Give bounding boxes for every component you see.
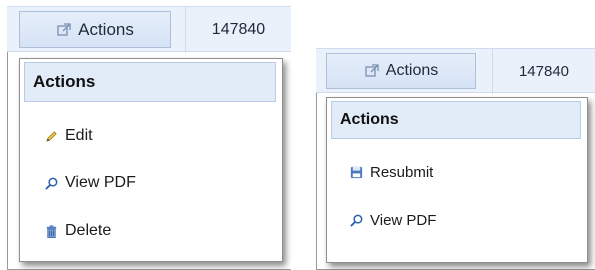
menu-item-label: Delete: [65, 222, 112, 239]
actions-button[interactable]: Actions: [19, 11, 171, 48]
menu-item-delete[interactable]: Delete: [24, 211, 276, 251]
actions-menu: Actions Resubmit View PDF: [326, 97, 588, 263]
menu-item-resubmit[interactable]: Resubmit: [331, 152, 581, 192]
menu-title: Actions: [331, 101, 581, 139]
grid-row: Actions 147840: [316, 48, 595, 94]
menu-item-label: Resubmit: [370, 163, 434, 181]
menu-item-label: Edit: [65, 127, 93, 144]
menu-item-label: View PDF: [370, 211, 437, 229]
actions-button-label: Actions: [78, 19, 134, 39]
magnifier-icon: [349, 213, 364, 228]
actions-button-label: Actions: [385, 62, 439, 79]
menu-item-view-pdf[interactable]: View PDF: [24, 163, 276, 203]
trash-icon: [44, 224, 59, 239]
menu-item-view-pdf[interactable]: View PDF: [331, 200, 581, 240]
external-link-icon: [364, 63, 380, 79]
left-panel: Actions 147840 Actions Edit View PDF Del…: [7, 6, 291, 270]
grid-row: Actions 147840: [7, 6, 291, 53]
menu-item-edit[interactable]: Edit: [24, 116, 276, 156]
actions-button[interactable]: Actions: [326, 53, 476, 89]
menu-item-label: View PDF: [65, 174, 136, 191]
external-link-icon: [56, 22, 72, 38]
pencil-icon: [44, 129, 59, 144]
magnifier-icon: [44, 176, 59, 191]
actions-menu: Actions Edit View PDF Delete: [19, 58, 283, 262]
save-icon: [349, 165, 364, 180]
menu-title: Actions: [24, 62, 276, 102]
right-panel: Actions 147840 Actions Resubmit View PDF: [316, 48, 595, 270]
record-id-cell: 147840: [492, 49, 595, 94]
record-id-cell: 147840: [185, 7, 291, 53]
